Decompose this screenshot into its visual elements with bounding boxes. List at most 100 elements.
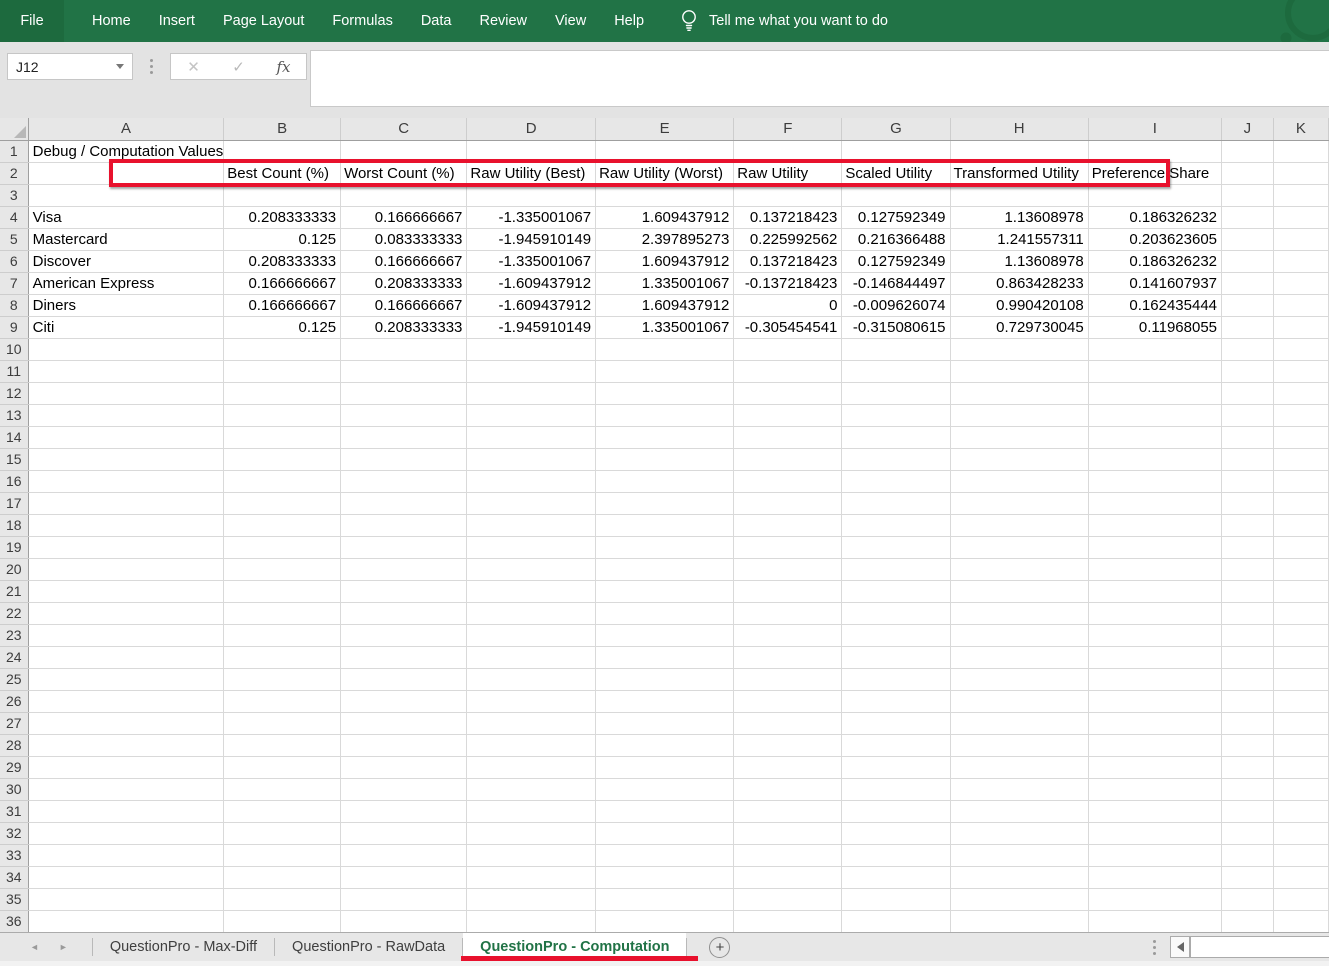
cell-E14[interactable] xyxy=(596,426,734,448)
cell-E17[interactable] xyxy=(596,492,734,514)
column-header-J[interactable]: J xyxy=(1222,118,1274,140)
cell-F3[interactable] xyxy=(734,184,842,206)
cell-F23[interactable] xyxy=(734,624,842,646)
cell-F19[interactable] xyxy=(734,536,842,558)
cell-C24[interactable] xyxy=(341,646,467,668)
cell-H30[interactable] xyxy=(950,778,1088,800)
cell-I9[interactable]: 0.11968055 xyxy=(1088,316,1221,338)
cell-C33[interactable] xyxy=(341,844,467,866)
cell-B6[interactable]: 0.208333333 xyxy=(224,250,341,272)
cell-C36[interactable] xyxy=(341,910,467,932)
cell-D22[interactable] xyxy=(467,602,596,624)
menu-review[interactable]: Review xyxy=(465,0,541,42)
cell-E34[interactable] xyxy=(596,866,734,888)
scroll-left-button[interactable] xyxy=(1170,936,1190,958)
cell-K12[interactable] xyxy=(1273,382,1328,404)
cell-D36[interactable] xyxy=(467,910,596,932)
cell-G2[interactable]: Scaled Utility xyxy=(842,162,950,184)
cell-H11[interactable] xyxy=(950,360,1088,382)
cell-J6[interactable] xyxy=(1222,250,1274,272)
cell-E13[interactable] xyxy=(596,404,734,426)
cell-J33[interactable] xyxy=(1222,844,1274,866)
cell-B17[interactable] xyxy=(224,492,341,514)
cell-H8[interactable]: 0.990420108 xyxy=(950,294,1088,316)
cell-K29[interactable] xyxy=(1273,756,1328,778)
cell-J32[interactable] xyxy=(1222,822,1274,844)
cell-J26[interactable] xyxy=(1222,690,1274,712)
cell-K14[interactable] xyxy=(1273,426,1328,448)
select-all-corner[interactable] xyxy=(0,118,28,140)
cell-G32[interactable] xyxy=(842,822,950,844)
column-header-I[interactable]: I xyxy=(1088,118,1221,140)
cell-E22[interactable] xyxy=(596,602,734,624)
cell-G8[interactable]: -0.009626074 xyxy=(842,294,950,316)
cell-F6[interactable]: 0.137218423 xyxy=(734,250,842,272)
column-header-G[interactable]: G xyxy=(842,118,950,140)
row-header-2[interactable]: 2 xyxy=(0,162,28,184)
cell-H36[interactable] xyxy=(950,910,1088,932)
cell-K31[interactable] xyxy=(1273,800,1328,822)
cell-H31[interactable] xyxy=(950,800,1088,822)
cell-I22[interactable] xyxy=(1088,602,1221,624)
menu-formulas[interactable]: Formulas xyxy=(318,0,406,42)
cell-G36[interactable] xyxy=(842,910,950,932)
cell-B3[interactable] xyxy=(224,184,341,206)
cell-K17[interactable] xyxy=(1273,492,1328,514)
cell-G29[interactable] xyxy=(842,756,950,778)
cell-B25[interactable] xyxy=(224,668,341,690)
name-box[interactable]: J12 xyxy=(7,53,133,80)
cell-J25[interactable] xyxy=(1222,668,1274,690)
cell-A31[interactable] xyxy=(28,800,224,822)
cell-K2[interactable] xyxy=(1273,162,1328,184)
cell-F13[interactable] xyxy=(734,404,842,426)
cell-I36[interactable] xyxy=(1088,910,1221,932)
row-header-1[interactable]: 1 xyxy=(0,140,28,162)
cell-A2[interactable] xyxy=(28,162,224,184)
cell-B30[interactable] xyxy=(224,778,341,800)
cell-F17[interactable] xyxy=(734,492,842,514)
row-header-36[interactable]: 36 xyxy=(0,910,28,932)
cell-I10[interactable] xyxy=(1088,338,1221,360)
cell-G31[interactable] xyxy=(842,800,950,822)
cell-J16[interactable] xyxy=(1222,470,1274,492)
cell-C12[interactable] xyxy=(341,382,467,404)
cell-A4[interactable]: Visa xyxy=(28,206,224,228)
cell-C11[interactable] xyxy=(341,360,467,382)
cell-J27[interactable] xyxy=(1222,712,1274,734)
row-header-30[interactable]: 30 xyxy=(0,778,28,800)
cell-G12[interactable] xyxy=(842,382,950,404)
cell-F31[interactable] xyxy=(734,800,842,822)
cell-C21[interactable] xyxy=(341,580,467,602)
row-header-22[interactable]: 22 xyxy=(0,602,28,624)
cell-A21[interactable] xyxy=(28,580,224,602)
cell-D1[interactable] xyxy=(467,140,596,162)
cell-I16[interactable] xyxy=(1088,470,1221,492)
insert-function-icon[interactable]: fx xyxy=(261,58,306,76)
cell-I17[interactable] xyxy=(1088,492,1221,514)
row-header-18[interactable]: 18 xyxy=(0,514,28,536)
cell-G6[interactable]: 0.127592349 xyxy=(842,250,950,272)
cell-F32[interactable] xyxy=(734,822,842,844)
row-header-27[interactable]: 27 xyxy=(0,712,28,734)
cell-E35[interactable] xyxy=(596,888,734,910)
cell-A18[interactable] xyxy=(28,514,224,536)
cell-K11[interactable] xyxy=(1273,360,1328,382)
cell-H2[interactable]: Transformed Utility xyxy=(950,162,1088,184)
cell-J11[interactable] xyxy=(1222,360,1274,382)
cell-K19[interactable] xyxy=(1273,536,1328,558)
menu-view[interactable]: View xyxy=(541,0,600,42)
cell-J9[interactable] xyxy=(1222,316,1274,338)
cell-H24[interactable] xyxy=(950,646,1088,668)
cell-J34[interactable] xyxy=(1222,866,1274,888)
scrollbar-resize-handle-icon[interactable] xyxy=(1153,940,1156,955)
cell-H29[interactable] xyxy=(950,756,1088,778)
cell-F5[interactable]: 0.225992562 xyxy=(734,228,842,250)
cell-B36[interactable] xyxy=(224,910,341,932)
cell-E23[interactable] xyxy=(596,624,734,646)
cell-J3[interactable] xyxy=(1222,184,1274,206)
sheet-tab-2[interactable]: QuestionPro - RawData xyxy=(275,933,462,961)
cell-F18[interactable] xyxy=(734,514,842,536)
cell-C4[interactable]: 0.166666667 xyxy=(341,206,467,228)
cell-I4[interactable]: 0.186326232 xyxy=(1088,206,1221,228)
cell-H15[interactable] xyxy=(950,448,1088,470)
